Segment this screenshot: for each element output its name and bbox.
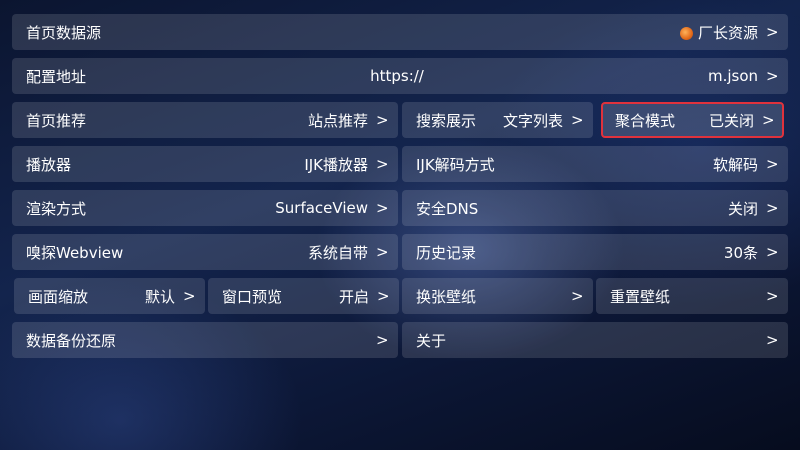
chevron-right-icon: > [762, 111, 775, 129]
search-display-label: 搜索展示 [416, 111, 477, 130]
window-preview-setting[interactable]: 窗口预览 开启 > [208, 278, 399, 314]
sniff-webview-label: 嗅探Webview [26, 243, 124, 262]
settings-row-display: 画面缩放 默认 > 窗口预览 开启 > 换张壁纸 > 重置壁纸 > [12, 278, 788, 314]
ijk-decode-setting[interactable]: IJK解码方式 软解码 > [402, 146, 788, 182]
home-recommend-label: 首页推荐 [26, 111, 87, 130]
chevron-right-icon: > [376, 199, 389, 217]
player-value: IJK播放器 [304, 155, 368, 174]
chevron-right-icon: > [766, 287, 779, 305]
about-setting[interactable]: 关于 > [402, 322, 788, 358]
chevron-right-icon: > [571, 287, 584, 305]
history-setting[interactable]: 历史记录 30条 > [402, 234, 788, 270]
chevron-right-icon: > [766, 67, 779, 85]
sniff-webview-value: 系统自带 [307, 243, 368, 262]
aggregate-mode-setting[interactable]: 聚合模式 已关闭 > [601, 102, 784, 138]
chevron-right-icon: > [183, 287, 196, 305]
chevron-right-icon: > [766, 23, 779, 41]
chevron-right-icon: > [376, 111, 389, 129]
secure-dns-value: 关闭 [727, 199, 758, 218]
chevron-right-icon: > [376, 331, 389, 349]
change-wallpaper-setting[interactable]: 换张壁纸 > [402, 278, 593, 314]
settings-row-backup: 数据备份还原 > 关于 > [12, 322, 788, 358]
chevron-right-icon: > [376, 155, 389, 173]
settings-row-player: 播放器 IJK播放器 > IJK解码方式 软解码 > [12, 146, 788, 182]
home-source-value-text: 厂长资源 [697, 23, 758, 42]
home-source-label: 首页数据源 [26, 23, 102, 42]
config-address-value-start: https:// [370, 67, 424, 85]
sniff-webview-setting[interactable]: 嗅探Webview 系统自带 > [12, 234, 398, 270]
settings-row-home-source: 首页数据源 厂长资源 > [12, 14, 788, 50]
backup-restore-setting[interactable]: 数据备份还原 > [12, 322, 398, 358]
render-mode-label: 渲染方式 [26, 199, 87, 218]
window-preview-label: 窗口预览 [222, 287, 283, 306]
window-preview-value: 开启 [338, 287, 369, 306]
settings-row-sniff: 嗅探Webview 系统自带 > 历史记录 30条 > [12, 234, 788, 270]
ijk-decode-value: 软解码 [712, 155, 758, 174]
aggregate-mode-value: 已关闭 [708, 111, 754, 130]
home-source-value: 厂长资源 [679, 22, 758, 43]
ijk-decode-label: IJK解码方式 [416, 155, 495, 174]
settings-row-render: 渲染方式 SurfaceView > 安全DNS 关闭 > [12, 190, 788, 226]
search-display-value: 文字列表 [502, 111, 563, 130]
config-address-value-end: m.json [707, 67, 758, 85]
history-label: 历史记录 [416, 243, 477, 262]
chevron-right-icon: > [766, 331, 779, 349]
secure-dns-label: 安全DNS [416, 199, 479, 218]
chevron-right-icon: > [571, 111, 584, 129]
change-wallpaper-label: 换张壁纸 [416, 287, 477, 306]
render-mode-setting[interactable]: 渲染方式 SurfaceView > [12, 190, 398, 226]
secure-dns-setting[interactable]: 安全DNS 关闭 > [402, 190, 788, 226]
player-setting[interactable]: 播放器 IJK播放器 > [12, 146, 398, 182]
settings-row-config: 配置地址 https:// m.json > [12, 58, 788, 94]
chevron-right-icon: > [766, 155, 779, 173]
settings-row-recommend: 首页推荐 站点推荐 > 搜索展示 文字列表 > 聚合模式 已关闭 > [12, 102, 788, 138]
home-recommend-value: 站点推荐 [307, 111, 368, 130]
screen-scale-label: 画面缩放 [28, 287, 89, 306]
aggregate-mode-label: 聚合模式 [615, 111, 676, 130]
player-label: 播放器 [26, 155, 72, 174]
reset-wallpaper-setting[interactable]: 重置壁纸 > [596, 278, 788, 314]
screen-scale-setting[interactable]: 画面缩放 默认 > [14, 278, 205, 314]
chevron-right-icon: > [377, 287, 390, 305]
about-label: 关于 [416, 331, 447, 350]
home-source-setting[interactable]: 首页数据源 厂长资源 > [12, 14, 788, 50]
chevron-right-icon: > [766, 199, 779, 217]
render-mode-value: SurfaceView [275, 199, 368, 217]
config-address-setting[interactable]: 配置地址 https:// m.json > [12, 58, 788, 94]
search-display-setting[interactable]: 搜索展示 文字列表 > [402, 102, 593, 138]
screen-scale-value: 默认 [144, 287, 175, 306]
config-address-label: 配置地址 [26, 67, 87, 86]
history-value: 30条 [723, 243, 758, 262]
chevron-right-icon: > [376, 243, 389, 261]
backup-restore-label: 数据备份还原 [26, 331, 117, 350]
chevron-right-icon: > [766, 243, 779, 261]
home-recommend-setting[interactable]: 首页推荐 站点推荐 > [12, 102, 398, 138]
reset-wallpaper-label: 重置壁纸 [610, 287, 671, 306]
source-logo-icon [679, 26, 693, 40]
